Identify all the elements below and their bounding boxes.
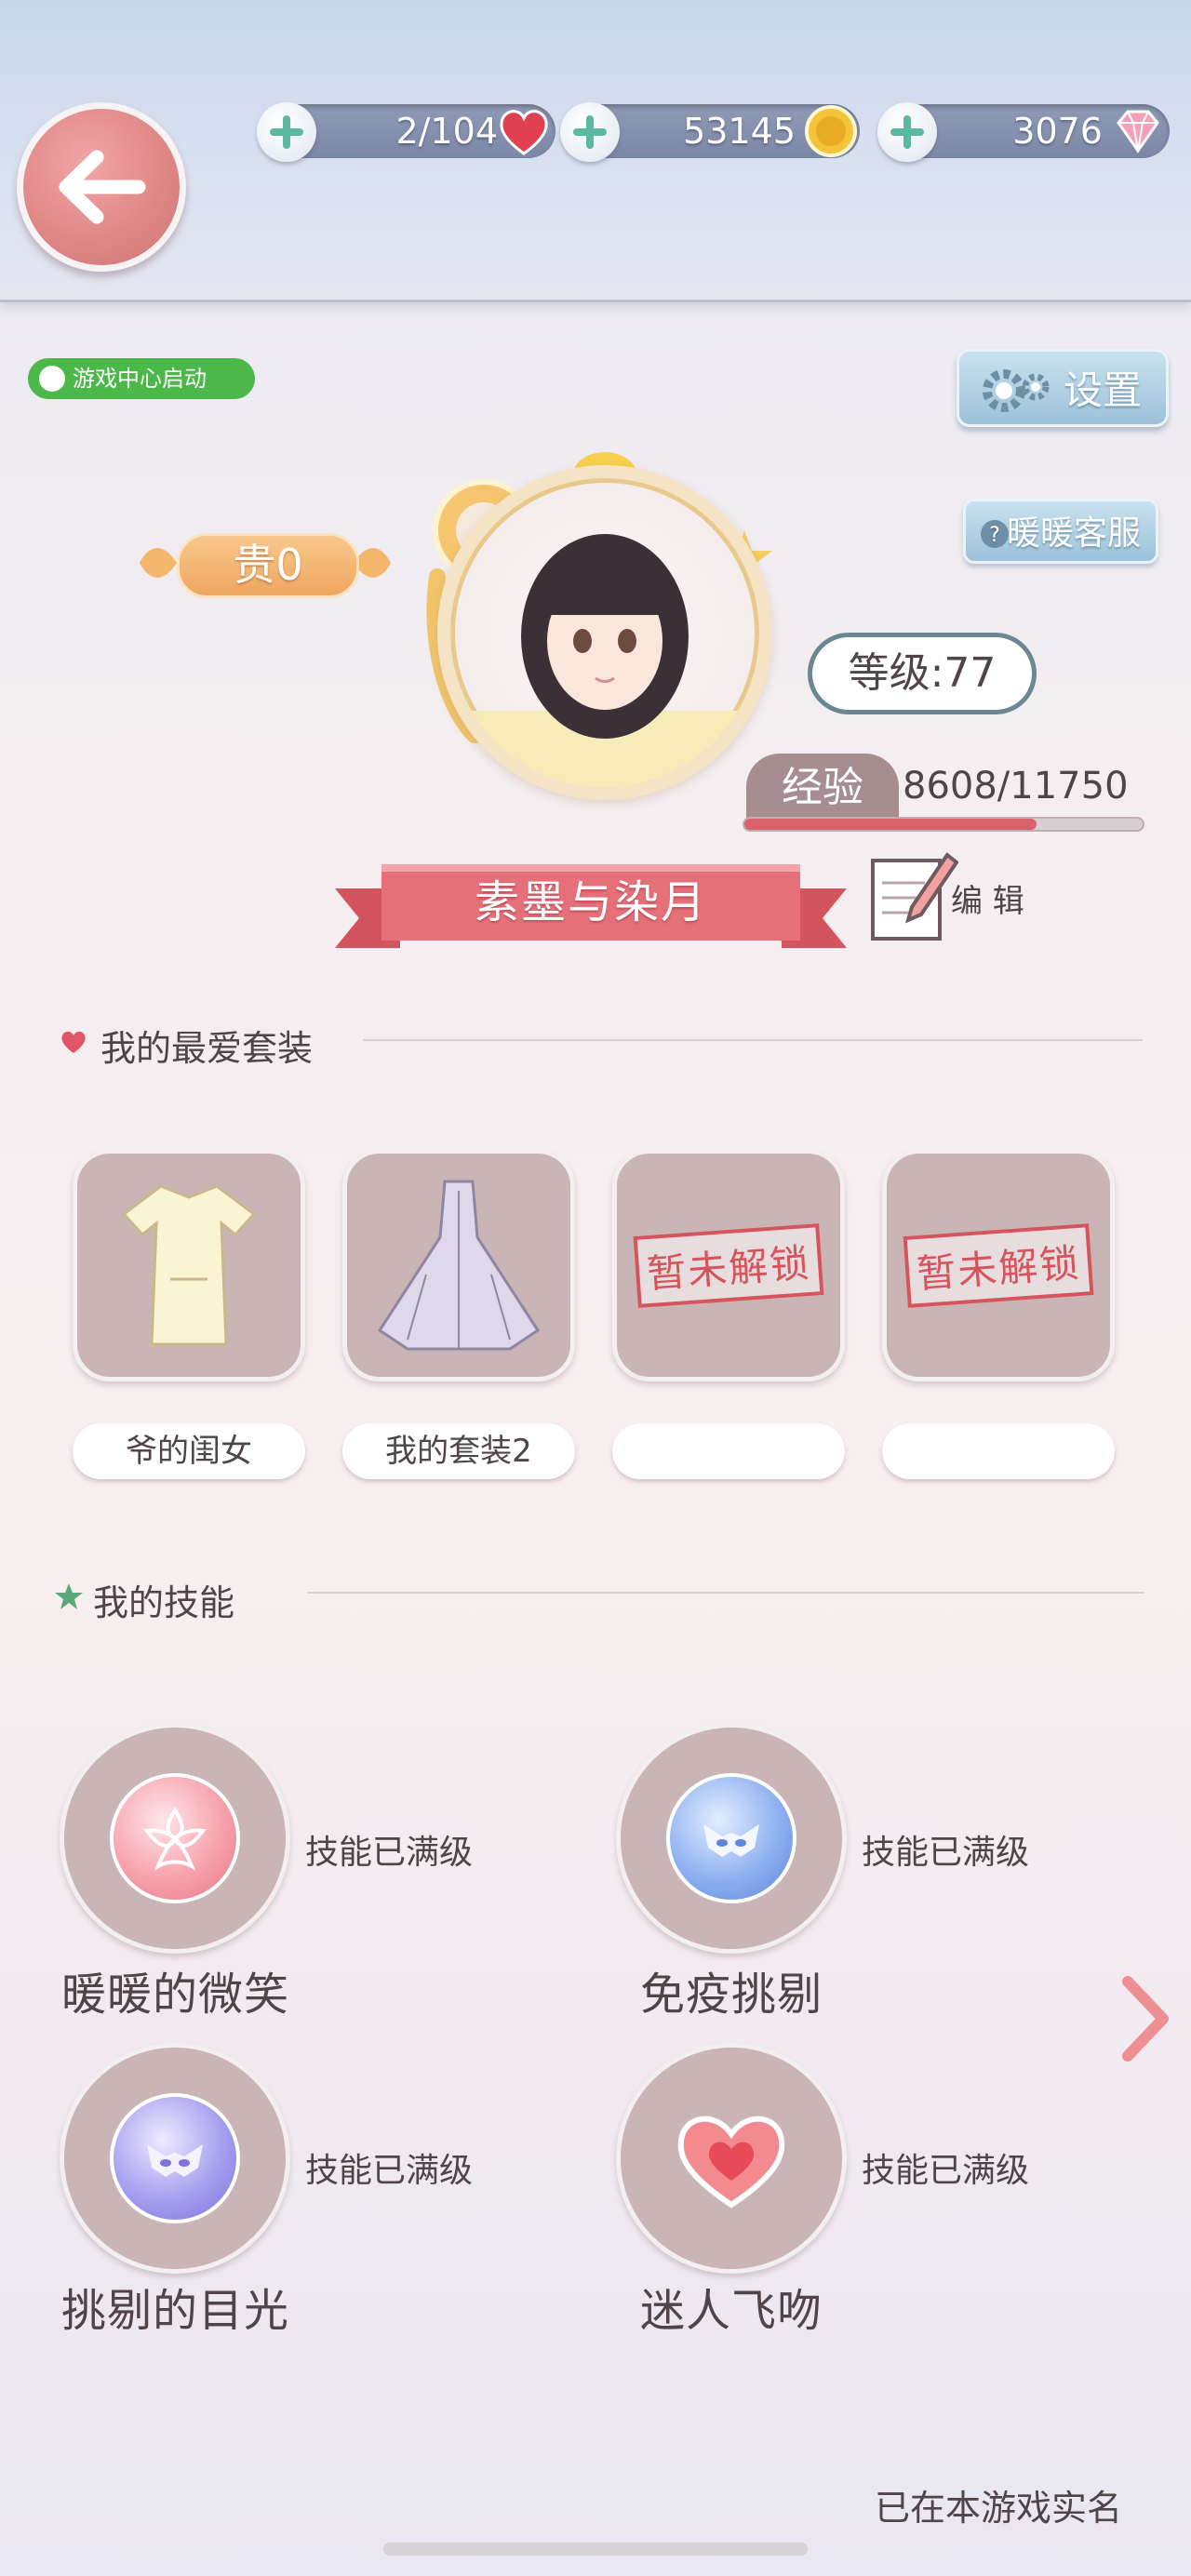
skill-name: 免疫挑剔 [640, 1969, 823, 2021]
dress-icon [121, 1184, 257, 1346]
skill-4[interactable] [616, 2043, 847, 2274]
favorite-outfit-2[interactable] [342, 1149, 575, 1381]
locked-stamp: 暂未解锁 [633, 1222, 824, 1308]
mask-icon [110, 2093, 240, 2223]
stamina-value: 2/104 [395, 111, 498, 152]
gown-icon [377, 1180, 541, 1351]
customer-service-label: 暖暖客服 [1006, 514, 1141, 553]
heart-icon [500, 110, 548, 155]
exp-progress-fill [744, 819, 1037, 830]
home-indicator[interactable] [383, 2543, 808, 2556]
svg-text:?: ? [989, 524, 1000, 547]
favorite-outfit-1[interactable] [73, 1149, 305, 1381]
add-gold-button[interactable] [560, 102, 620, 162]
pencil-paper-icon [871, 852, 958, 941]
skill-status: 技能已满级 [862, 1834, 1030, 1872]
favorite-outfit-3-locked[interactable]: 暂未解锁 [612, 1149, 845, 1381]
locked-stamp: 暂未解锁 [903, 1222, 1094, 1308]
exp-label: 经验 [746, 754, 899, 822]
favorites-title: 我的最爱套装 [100, 1028, 314, 1069]
avatar[interactable] [437, 465, 772, 800]
settings-button[interactable]: 设置 [957, 349, 1169, 427]
outfit-label[interactable] [612, 1423, 845, 1479]
outfit-label[interactable] [882, 1423, 1115, 1479]
settings-label: 设置 [1063, 367, 1142, 413]
help-icon: ? [981, 520, 1009, 548]
next-page-arrow[interactable] [1117, 1972, 1172, 2065]
noble-badge[interactable]: 贵0 [140, 516, 391, 609]
edit-label: 编 辑 [951, 883, 1024, 920]
skill-name: 迷人飞吻 [640, 2285, 823, 2337]
add-stamina-button[interactable] [257, 102, 316, 162]
skills-divider [307, 1592, 1144, 1594]
edit-name-button[interactable]: 编 辑 [865, 842, 1042, 944]
skill-1[interactable] [60, 1723, 290, 1954]
game-center-label: 游戏中心启动 [73, 366, 207, 392]
avatar-portrait [450, 534, 759, 787]
plus-icon [890, 115, 924, 149]
outfit-label[interactable]: 我的套装2 [342, 1423, 575, 1479]
gold-coin-icon [805, 105, 857, 157]
favorites-divider [363, 1039, 1143, 1041]
back-arrow-icon [59, 150, 146, 224]
real-name-verified-text: 已在本游戏实名 [875, 2488, 1123, 2529]
diamond-icon [1117, 110, 1159, 153]
add-diamond-button[interactable] [877, 102, 937, 162]
player-level: 等级:77 [808, 633, 1037, 714]
exp-value: 8608/11750 [903, 765, 1129, 808]
skill-status: 技能已满级 [305, 1834, 474, 1872]
sakura-icon [110, 1773, 240, 1903]
skill-status: 技能已满级 [305, 2152, 474, 2190]
noble-level: 贵0 [177, 533, 359, 598]
exp-progress-bar [743, 817, 1144, 832]
skill-name: 暖暖的微笑 [61, 1969, 290, 2021]
plus-icon [270, 115, 303, 149]
game-center-icon [39, 366, 65, 392]
skills-title: 我的技能 [93, 1582, 235, 1623]
back-button[interactable] [17, 102, 186, 272]
heart-icon [670, 2097, 793, 2220]
diamond-value: 3076 [1012, 111, 1103, 152]
player-name: 素墨与染月 [474, 876, 707, 928]
winged-mask-icon [666, 1773, 796, 1903]
gear-icon [983, 369, 1050, 412]
favorite-outfit-4-locked[interactable]: 暂未解锁 [882, 1149, 1115, 1381]
player-name-banner: 素墨与染月 [335, 861, 847, 954]
heart-icon [61, 1031, 86, 1053]
customer-service-button[interactable]: ? 暖暖客服 [963, 499, 1158, 564]
star-icon [55, 1583, 83, 1609]
gold-value: 53145 [683, 111, 796, 152]
game-center-badge[interactable]: 游戏中心启动 [28, 358, 255, 399]
outfit-label[interactable]: 爷的闺女 [73, 1423, 305, 1479]
skill-3[interactable] [60, 2043, 290, 2274]
skill-name: 挑剔的目光 [61, 2285, 290, 2337]
plus-icon [573, 115, 607, 149]
skill-2[interactable] [616, 1723, 847, 1954]
skill-status: 技能已满级 [862, 2152, 1030, 2190]
